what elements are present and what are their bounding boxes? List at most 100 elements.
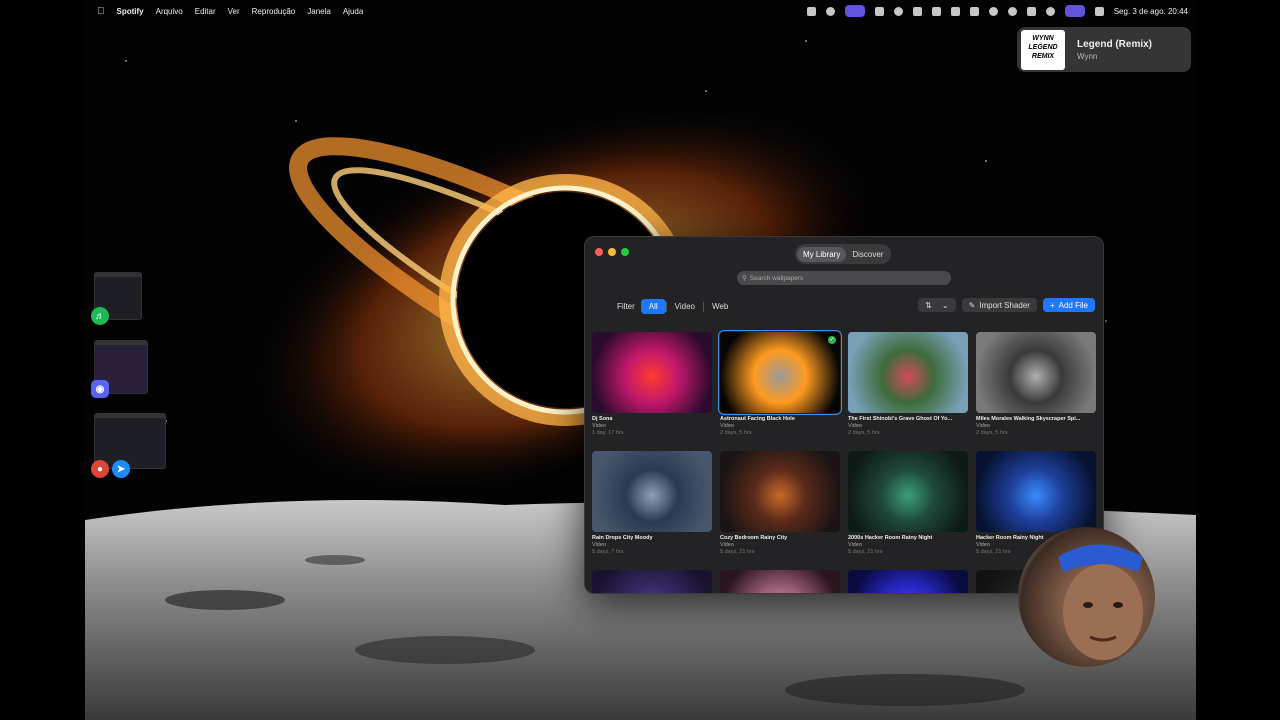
wallpaper-card[interactable] <box>592 570 712 593</box>
import-shader-button[interactable]: ✎ Import Shader <box>961 298 1037 312</box>
wallpaper-date: 2 days, 5 hrs <box>848 430 880 436</box>
now-playing-widget[interactable]: WYNN LEGEND REMIX Legend (Remix) Wynn <box>1017 27 1191 72</box>
extension-icon[interactable] <box>912 6 922 16</box>
wallpaper-card[interactable]: The First Shinobi's Grave Ghost Of Yo...… <box>848 332 968 451</box>
person-icon[interactable] <box>874 6 884 16</box>
sort-icon: ⇅ <box>925 300 932 310</box>
wallpaper-thumbnail[interactable] <box>848 332 968 413</box>
menu-ajuda[interactable]: Ajuda <box>343 7 363 16</box>
zoom-button[interactable] <box>621 248 629 256</box>
wallpaper-card[interactable]: 2000s Hacker Room Rainy Night Video 5 days… <box>848 451 968 570</box>
wallpaper-thumbnail[interactable] <box>720 570 840 593</box>
sort-button[interactable]: ⇅ ⌄ <box>918 298 956 312</box>
add-file-button[interactable]: + Add File <box>1042 298 1095 312</box>
filter-video[interactable]: Video <box>667 299 703 314</box>
menu-arquivo[interactable]: Arquivo <box>156 7 183 16</box>
menu-reproducao[interactable]: Reprodução <box>252 7 296 16</box>
play-icon[interactable] <box>893 6 903 16</box>
wallpaper-thumbnail[interactable] <box>976 451 1096 532</box>
wallpaper-title: The First Shinobi's Grave Ghost Of Yo... <box>848 416 953 422</box>
wallpaper-title: 2000s Hacker Room Rainy Night <box>848 535 933 541</box>
record-icon[interactable] <box>825 6 835 16</box>
menu-app-name[interactable]: Spotify <box>117 7 144 16</box>
wallpaper-card[interactable]: Dj Sona Video 1 day, 17 hrs <box>592 332 712 451</box>
send-icon[interactable] <box>931 6 941 16</box>
wallpaper-type: Video <box>848 542 862 548</box>
wallpaper-card[interactable]: ✓ Astronaut Facing Black Hole Video 2 days,… <box>718 330 842 451</box>
search-icon: ⚲ <box>742 275 747 282</box>
filter-label: Filter <box>617 302 635 311</box>
wallpaper-thumbnail[interactable] <box>848 570 968 593</box>
menu-clock[interactable]: Seg. 3 de ago. 20:44 <box>1114 7 1188 16</box>
wallpaper-app-window: My Library Discover ⚲ Filter All Video W… <box>584 236 1104 594</box>
wallpaper-title: Rain Drops City Moody <box>592 535 653 541</box>
wallpaper-thumbnail[interactable] <box>592 570 712 593</box>
wallpaper-type: Video <box>592 423 606 429</box>
search-field[interactable]: ⚲ <box>737 271 951 285</box>
wallpaper-card[interactable]: Miles Morales Walking Skyscraper Spi... V… <box>976 332 1096 451</box>
spotify-icon[interactable]: ♬ <box>91 307 109 325</box>
menu-ver[interactable]: Ver <box>228 7 240 16</box>
control-center-icon[interactable] <box>1094 6 1104 16</box>
wallpaper-thumbnail[interactable] <box>976 332 1096 413</box>
tab-discover[interactable]: Discover <box>846 247 889 262</box>
filter-all[interactable]: All <box>640 299 666 314</box>
wallpaper-thumbnail[interactable] <box>848 451 968 532</box>
wifi-icon[interactable] <box>988 6 998 16</box>
search-icon[interactable] <box>1007 6 1017 16</box>
wallpaper-title: Astronaut Facing Black Hole <box>720 416 795 422</box>
plus-icon: + <box>1049 300 1055 310</box>
menu-janela[interactable]: Janela <box>307 7 331 16</box>
library-tabs: My Library Discover <box>795 244 892 264</box>
tab-my-library[interactable]: My Library <box>797 246 847 262</box>
wallpaper-thumbnail[interactable] <box>720 451 840 532</box>
webcam-overlay <box>1018 527 1155 667</box>
toolbar-actions: ⇅ ⌄ ✎ Import Shader + Add File <box>918 298 1095 312</box>
search-input[interactable] <box>749 274 940 282</box>
image-icon[interactable] <box>1026 6 1036 16</box>
safari-icon[interactable]: ➤ <box>112 460 130 478</box>
menu-editar[interactable]: Editar <box>195 7 216 16</box>
wallpaper-card[interactable]: Rain Drops City Moody Video 5 days, 7 hrs <box>592 451 712 570</box>
person-face <box>1058 544 1143 660</box>
wallpaper-type: Video <box>720 423 734 429</box>
wallpaper-type: Video <box>592 542 606 548</box>
wallpaper-type: Video <box>848 423 862 429</box>
wallpaper-card[interactable] <box>848 570 968 593</box>
menu-bar:  Spotify Arquivo Editar Ver Reprodução … <box>85 0 1196 22</box>
wallpaper-date: 1 day, 17 hrs <box>592 430 624 436</box>
screen-share-icon[interactable] <box>844 5 865 17</box>
wallpaper-card[interactable]: Cozy Bedroom Rainy City Video 5 days, 21 h… <box>720 451 840 570</box>
now-playing-info: Legend (Remix) Wynn <box>1077 39 1152 61</box>
tree-icon[interactable] <box>950 6 960 16</box>
discord-icon[interactable]: ◉ <box>91 380 109 398</box>
close-button[interactable] <box>595 248 603 256</box>
wallpaper-title: Miles Morales Walking Skyscraper Spi... <box>976 416 1081 422</box>
wallpaper-date: 2 days, 5 hrs <box>976 430 1008 436</box>
wallpaper-thumbnail[interactable] <box>592 332 712 413</box>
apple-icon[interactable]:  <box>97 6 105 17</box>
screen:  Spotify Arquivo Editar Ver Reprodução … <box>0 0 1280 720</box>
track-artist: Wynn <box>1077 51 1098 61</box>
minimize-button[interactable] <box>608 248 616 256</box>
stage-manager-icon[interactable] <box>1064 5 1085 17</box>
pencil-icon: ✎ <box>968 300 976 310</box>
wallpaper-thumbnail[interactable]: ✓ <box>718 330 842 415</box>
track-title: Legend (Remix) <box>1077 38 1153 50</box>
filter-web[interactable]: Web <box>704 299 736 314</box>
wallpaper-title: Dj Sona <box>592 416 613 422</box>
chrome-icon[interactable]: ● <box>91 460 109 478</box>
wallpaper-card[interactable] <box>720 570 840 593</box>
wallpaper-date: 5 days, 7 hrs <box>592 549 624 555</box>
chevron-down-icon: ⌄ <box>941 300 949 310</box>
lock-icon[interactable] <box>806 6 816 16</box>
wallpaper-type: Video <box>720 542 734 548</box>
wallpaper-date: 2 days, 5 hrs <box>720 430 752 436</box>
battery-icon[interactable] <box>969 6 979 16</box>
wallpaper-grid: Dj Sona Video 1 day, 17 hrs ✓ Astronaut Faci… <box>592 330 1100 593</box>
wallpaper-date: 5 days, 21 hrs <box>848 549 883 555</box>
wallpaper-thumbnail[interactable] <box>592 451 712 532</box>
siri-icon[interactable] <box>1045 6 1055 16</box>
wallpaper-type: Video <box>976 423 990 429</box>
selected-check-icon: ✓ <box>828 336 836 344</box>
